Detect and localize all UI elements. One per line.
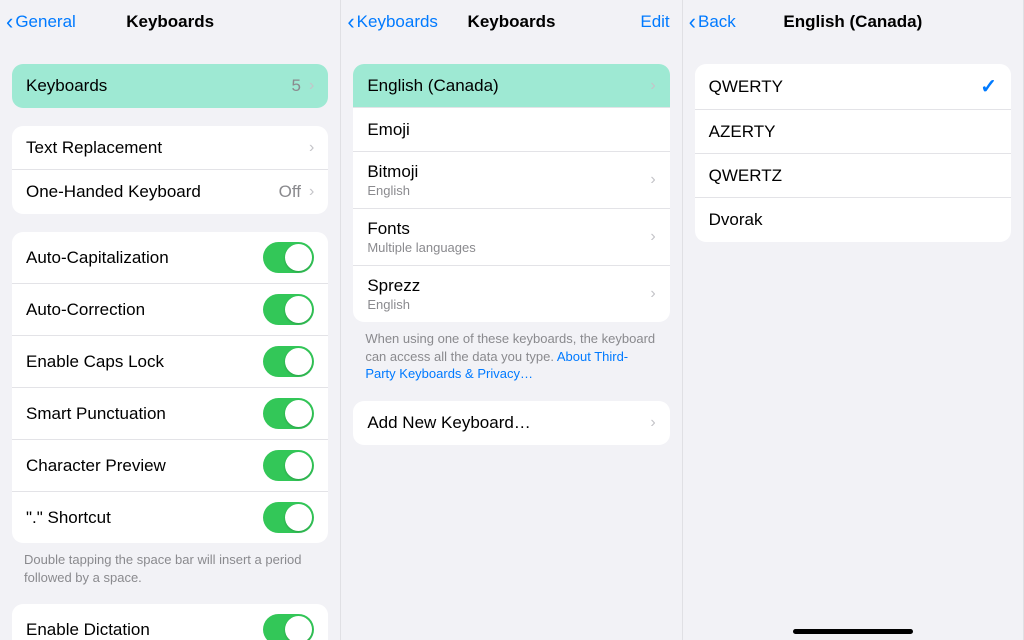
chevron-right-icon: › [650, 286, 655, 302]
back-button[interactable]: ‹ General [6, 0, 76, 44]
row-label: Enable Caps Lock [26, 352, 164, 372]
chevron-right-icon: › [650, 172, 655, 188]
row-subtitle: English [367, 183, 418, 198]
auto-capitalization-row[interactable]: Auto-Capitalization [12, 232, 328, 284]
row-label: "." Shortcut [26, 508, 111, 528]
row-subtitle: English [367, 297, 420, 312]
chevron-right-icon: › [309, 140, 314, 156]
typing-toggles-group: Auto-Capitalization Auto-Correction Enab… [12, 232, 328, 543]
toggle-switch[interactable] [263, 614, 314, 640]
keyboard-row[interactable]: FontsMultiple languages › [353, 209, 669, 266]
chevron-right-icon: › [650, 78, 655, 94]
back-label: Back [698, 12, 736, 32]
keyboards-count-group: Keyboards 5 › [12, 64, 328, 108]
auto-correction-row[interactable]: Auto-Correction [12, 284, 328, 336]
row-label: Bitmoji [367, 162, 418, 182]
row-label: Sprezz [367, 276, 420, 296]
row-label: Text Replacement [26, 138, 162, 158]
chevron-left-icon: ‹ [347, 11, 354, 33]
keyboard-row[interactable]: SprezzEnglish › [353, 266, 669, 322]
enable-dictation-row[interactable]: Enable Dictation [12, 604, 328, 640]
chevron-right-icon: › [309, 184, 314, 200]
row-value: 5 [292, 76, 301, 96]
row-label: Fonts [367, 219, 475, 239]
row-label: QWERTZ [709, 166, 782, 186]
toggle-switch[interactable] [263, 242, 314, 273]
one-handed-row[interactable]: One-Handed Keyboard Off › [12, 170, 328, 214]
keyboards-row[interactable]: Keyboards 5 › [12, 64, 328, 108]
toggle-switch[interactable] [263, 502, 314, 533]
navbar: ‹ General Keyboards [0, 0, 340, 44]
row-label: English (Canada) [367, 76, 498, 96]
edit-button[interactable]: Edit [640, 0, 669, 44]
row-label: One-Handed Keyboard [26, 182, 201, 202]
content-area: Keyboards 5 › Text Replacement › One-Han… [0, 64, 340, 640]
chevron-right-icon: › [309, 78, 314, 94]
toggle-switch[interactable] [263, 398, 314, 429]
row-label: Character Preview [26, 456, 166, 476]
row-value: Off [279, 182, 301, 202]
navbar: ‹ Back English (Canada) [683, 0, 1023, 44]
back-button[interactable]: ‹ Keyboards [347, 0, 438, 44]
page-title: Keyboards [126, 12, 214, 32]
row-label: Enable Dictation [26, 620, 150, 640]
settings-keyboards-pane: ‹ General Keyboards Keyboards 5 › Text R… [0, 0, 341, 640]
chevron-left-icon: ‹ [689, 11, 696, 33]
row-label: AZERTY [709, 122, 776, 142]
back-label: Keyboards [357, 12, 438, 32]
add-keyboard-group: Add New Keyboard… › [353, 401, 669, 445]
row-label: Dvorak [709, 210, 763, 230]
text-options-group: Text Replacement › One-Handed Keyboard O… [12, 126, 328, 214]
keyboards-list-group: English (Canada)›EmojiBitmojiEnglish›Fon… [353, 64, 669, 322]
home-indicator [793, 629, 913, 634]
privacy-footer: When using one of these keyboards, the k… [365, 330, 657, 383]
keyboard-row[interactable]: Emoji [353, 108, 669, 152]
layout-row[interactable]: Dvorak [695, 198, 1011, 242]
keyboards-list-pane: ‹ Keyboards Keyboards Edit English (Cana… [341, 0, 682, 640]
content-area: English (Canada)›EmojiBitmojiEnglish›Fon… [341, 64, 681, 485]
keyboard-row[interactable]: English (Canada) › [353, 64, 669, 108]
layout-list-group: QWERTY ✓ AZERTY QWERTZ Dvorak [695, 64, 1011, 242]
page-title: English (Canada) [783, 12, 922, 32]
row-label: Emoji [367, 120, 410, 140]
navbar: ‹ Keyboards Keyboards Edit [341, 0, 681, 44]
content-area: QWERTY ✓ AZERTY QWERTZ Dvorak [683, 64, 1023, 282]
text-replacement-row[interactable]: Text Replacement › [12, 126, 328, 170]
keyboard-row[interactable]: BitmojiEnglish › [353, 152, 669, 209]
back-label: General [15, 12, 75, 32]
toggle-switch[interactable] [263, 346, 314, 377]
layout-row[interactable]: QWERTY ✓ [695, 64, 1011, 110]
checkmark-icon: ✓ [980, 74, 997, 99]
smart-punctuation-row[interactable]: Smart Punctuation [12, 388, 328, 440]
chevron-right-icon: › [650, 229, 655, 245]
group-footer: Double tapping the space bar will insert… [24, 551, 316, 586]
toggle-switch[interactable] [263, 294, 314, 325]
add-new-keyboard-row[interactable]: Add New Keyboard… › [353, 401, 669, 445]
row-label: Smart Punctuation [26, 404, 166, 424]
layout-row[interactable]: AZERTY [695, 110, 1011, 154]
chevron-right-icon: › [650, 415, 655, 431]
chevron-left-icon: ‹ [6, 11, 13, 33]
row-label: Auto-Correction [26, 300, 145, 320]
row-label: QWERTY [709, 77, 783, 97]
layout-row[interactable]: QWERTZ [695, 154, 1011, 198]
back-button[interactable]: ‹ Back [689, 0, 736, 44]
page-title: Keyboards [468, 12, 556, 32]
dot-shortcut-row[interactable]: "." Shortcut [12, 492, 328, 543]
row-label: Add New Keyboard… [367, 413, 530, 433]
toggle-switch[interactable] [263, 450, 314, 481]
enable-caps-lock-row[interactable]: Enable Caps Lock [12, 336, 328, 388]
row-label: Keyboards [26, 76, 107, 96]
keyboard-layout-pane: ‹ Back English (Canada) QWERTY✓AZERTYQWE… [683, 0, 1024, 640]
row-label: Auto-Capitalization [26, 248, 169, 268]
character-preview-row[interactable]: Character Preview [12, 440, 328, 492]
row-subtitle: Multiple languages [367, 240, 475, 255]
dictation-group: Enable Dictation Auto-Punctuation Dictat… [12, 604, 328, 640]
